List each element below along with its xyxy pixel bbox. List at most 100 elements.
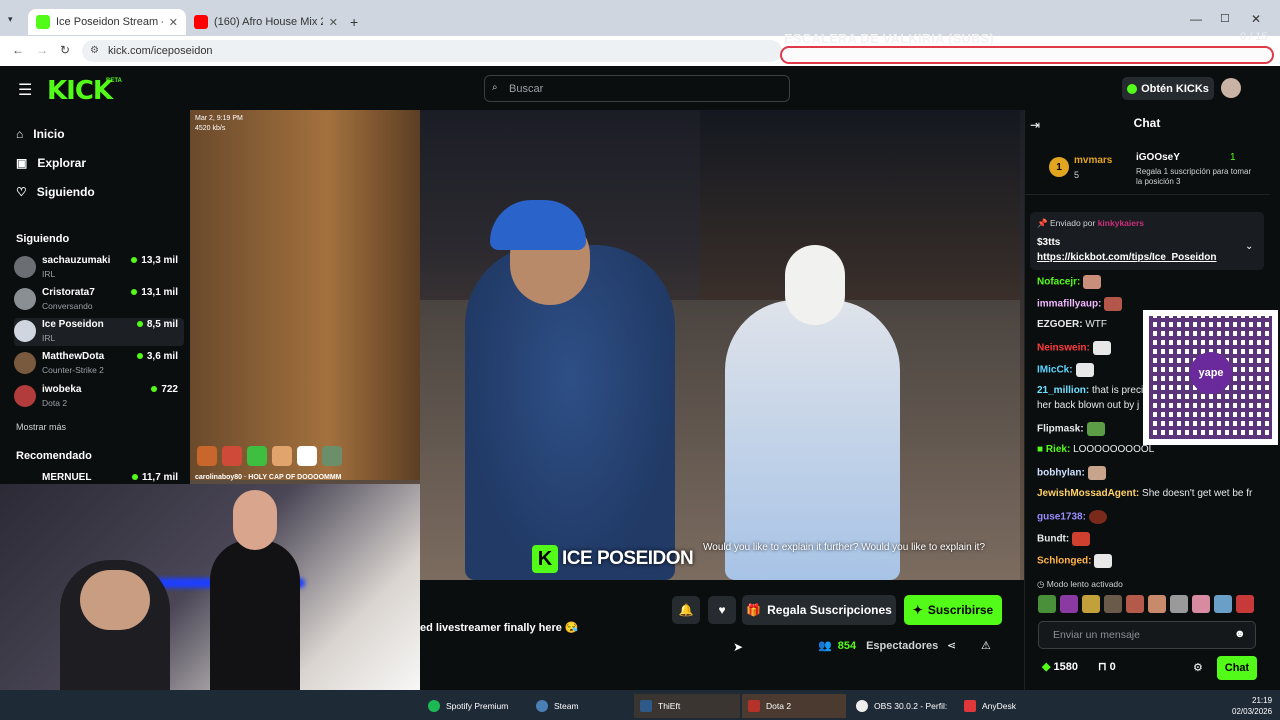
kicks-label: Obtén KICKs: [1141, 82, 1209, 95]
channel-category: Counter-Strike 2: [42, 365, 104, 375]
avatar: [14, 385, 36, 407]
follow-heart-button[interactable]: ♥: [708, 596, 736, 624]
chat-username[interactable]: JewishMossadAgent:: [1037, 488, 1139, 499]
chat-message: JewishMossadAgent: She doesn't get wet b…: [1037, 488, 1267, 499]
chat-username[interactable]: Riek:: [1046, 444, 1070, 455]
taskbar-item-spotify[interactable]: Spotify Premium: [422, 694, 522, 718]
taskbar-clock[interactable]: 21:19 02/03/2026: [1232, 695, 1272, 717]
reload-icon[interactable]: ↻: [60, 43, 70, 57]
subscribe-button[interactable]: ✦ Suscribirse: [904, 595, 1002, 625]
sidebar-item-inicio[interactable]: ⌂ Inicio: [16, 127, 65, 141]
chat-username[interactable]: IMicCk:: [1037, 365, 1073, 376]
sidebar-item-explorar[interactable]: ▣ Explorar: [16, 156, 86, 170]
menu-icon[interactable]: ☰: [18, 80, 32, 100]
taskbar-label: Spotify Premium: [446, 701, 509, 711]
channel-item[interactable]: MatthewDota Counter-Strike 2 3,6 mil: [14, 350, 184, 380]
channel-item-active[interactable]: Ice Poseidon IRL 8,5 mil: [14, 318, 184, 346]
chat-username[interactable]: Schlonged:: [1037, 556, 1091, 567]
points-display[interactable]: ◆ 1580: [1042, 660, 1078, 673]
emote-picker-item[interactable]: [1148, 595, 1166, 613]
channel-item[interactable]: sachauzumaki IRL 13,3 mil: [14, 254, 184, 284]
chat-message: immafillyaup:: [1037, 297, 1267, 311]
emote-picker-item[interactable]: [1060, 595, 1078, 613]
count-display[interactable]: ⊓ 0: [1098, 660, 1116, 673]
channel-name: MatthewDota: [42, 351, 105, 362]
chat-username[interactable]: Neinswein:: [1037, 343, 1090, 354]
emote-picker-item[interactable]: [1038, 595, 1056, 613]
maximize-button[interactable]: ☐: [1220, 12, 1230, 25]
clock-time: 21:19: [1252, 696, 1273, 705]
avatar: [14, 256, 36, 278]
emote-picker-item[interactable]: [1104, 595, 1122, 613]
taskbar-item-obs[interactable]: OBS 30.0.2 - Perfil:: [850, 694, 956, 718]
get-kicks-button[interactable]: Obtén KICKs: [1122, 77, 1214, 100]
gift-subs-button[interactable]: 🎁 Regala Suscripciones: [742, 595, 896, 625]
emote-icon: [322, 446, 342, 466]
chat-username[interactable]: Flipmask:: [1037, 424, 1084, 435]
emote-picker-item[interactable]: [1170, 595, 1188, 613]
pinned-link[interactable]: https://kickbot.com/tips/Ice_Poseidon: [1037, 252, 1216, 263]
points-value: 1580: [1053, 661, 1079, 673]
send-chat-button[interactable]: Chat: [1217, 656, 1257, 680]
chat-title: Chat: [1133, 116, 1161, 130]
back-icon[interactable]: ←: [12, 43, 24, 57]
search-icon: ⌕: [492, 82, 498, 93]
channel-item[interactable]: MERNUEL 11,7 mil: [14, 471, 184, 485]
sidebar-item-siguiendo[interactable]: ♡ Siguiendo: [16, 185, 95, 199]
chat-username[interactable]: Bundt:: [1037, 534, 1069, 545]
taskbar-item-thieft[interactable]: ThiEft: [634, 694, 740, 718]
leader-second-count: 1: [1230, 152, 1236, 163]
close-icon[interactable]: ✕: [169, 16, 178, 29]
chat-input[interactable]: Enviar un mensaje: [1038, 621, 1256, 649]
webcam-person-head: [233, 490, 277, 550]
kick-logo[interactable]: KICK: [47, 76, 113, 106]
viewer-count: 11,7 mil: [132, 472, 178, 483]
site-info-icon[interactable]: ⚙: [90, 45, 99, 56]
tab-kick[interactable]: Ice Poseidon Stream - Watch Live on Kick…: [28, 9, 186, 35]
tab-youtube[interactable]: (160) Afro House Mix 2025 | Un ✕: [186, 9, 346, 35]
chevron-down-icon[interactable]: ⌄: [1245, 241, 1253, 252]
chat-message: Bundt:: [1037, 532, 1267, 546]
taskbar-item-anydesk[interactable]: AnyDesk: [958, 694, 1058, 718]
emote-picker-item[interactable]: [1192, 595, 1210, 613]
chat-username[interactable]: EZGOER:: [1037, 319, 1083, 330]
taskbar-item-steam[interactable]: Steam: [530, 694, 630, 718]
settings-gear-icon[interactable]: ⚙: [1193, 661, 1203, 674]
webcam-person-head: [80, 570, 150, 630]
viewer-count: 13,1 mil: [131, 287, 178, 298]
close-icon[interactable]: ✕: [329, 16, 338, 29]
forward-icon[interactable]: →: [36, 43, 48, 57]
chat-username[interactable]: immafillyaup:: [1037, 299, 1101, 310]
minimize-button[interactable]: —: [1190, 12, 1202, 26]
overlay-title: ESCALERA DE VALKIRIA (SUBS): [784, 31, 995, 46]
url-field[interactable]: kick.com/iceposeidon: [82, 40, 782, 62]
star-icon: ✦: [912, 603, 923, 617]
emote-picker-item[interactable]: [1082, 595, 1100, 613]
channel-item[interactable]: iwobeka Dota 2 722: [14, 383, 184, 413]
video-building: [700, 110, 1020, 300]
taskbar-item-dota[interactable]: Dota 2: [742, 694, 846, 718]
pinned-label: Enviado por: [1049, 218, 1096, 228]
report-icon[interactable]: ⚠: [981, 639, 991, 652]
emote-picker-item[interactable]: [1236, 595, 1254, 613]
chat-username[interactable]: 21_million:: [1037, 385, 1089, 396]
chat-username[interactable]: guse1738:: [1037, 512, 1086, 523]
emote-picker-item[interactable]: [1214, 595, 1232, 613]
window-close-button[interactable]: ✕: [1251, 12, 1261, 26]
search-input[interactable]: Buscar: [484, 75, 790, 102]
subscribe-label: Suscribirse: [927, 603, 994, 617]
chat-username[interactable]: bobhylan:: [1037, 468, 1085, 479]
new-tab-button[interactable]: +: [350, 14, 358, 30]
emote-picker-item[interactable]: [1126, 595, 1144, 613]
notification-bell-button[interactable]: 🔔: [672, 596, 700, 624]
tab-list-icon[interactable]: ▾: [8, 14, 22, 28]
emoji-icon[interactable]: ☻: [1234, 628, 1246, 640]
clock-date: 02/03/2026: [1232, 707, 1273, 716]
viewer-label: Espectadores: [866, 639, 939, 652]
user-avatar[interactable]: [1221, 78, 1241, 98]
share-icon[interactable]: ⋖: [947, 639, 956, 652]
channel-item[interactable]: Cristorata7 Conversando 13,1 mil: [14, 286, 184, 316]
show-more-link[interactable]: Mostrar más: [16, 422, 66, 432]
chat-username[interactable]: Nofacejr:: [1037, 277, 1080, 288]
mouse-cursor-icon: ➤: [733, 640, 744, 654]
